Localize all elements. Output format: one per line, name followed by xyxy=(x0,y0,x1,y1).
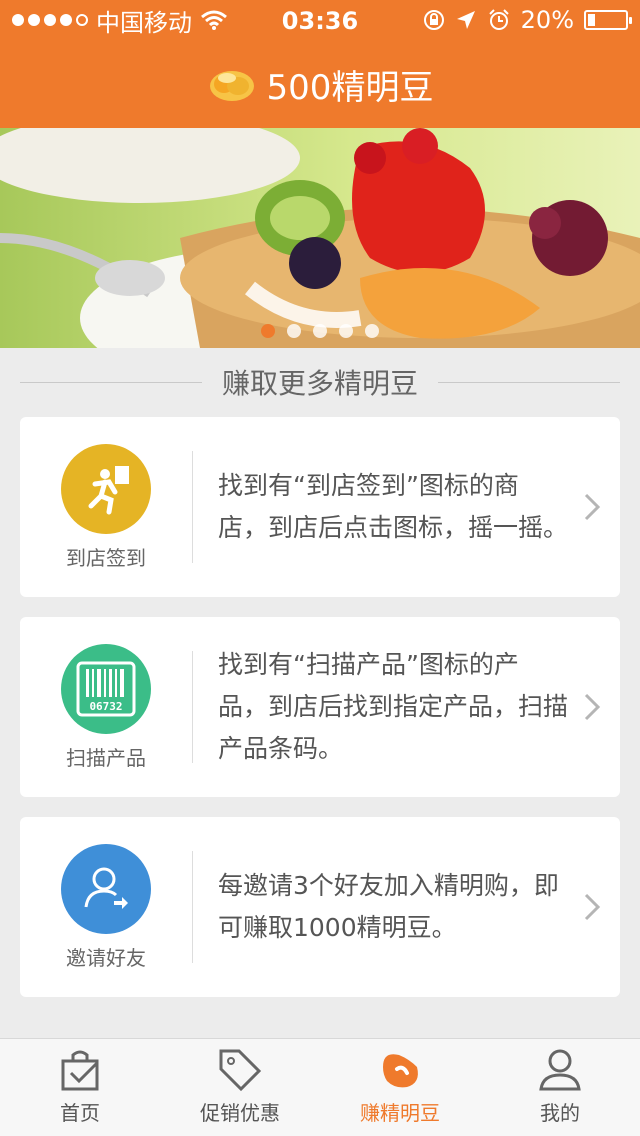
chevron-right-icon xyxy=(584,893,601,921)
divider-line xyxy=(20,381,202,383)
scan-icon-circle: 06732 xyxy=(61,643,151,734)
banner-dot[interactable] xyxy=(261,324,275,338)
tab-home[interactable]: 首页 xyxy=(0,1039,160,1136)
banner-dot[interactable] xyxy=(365,324,379,338)
invite-friends-description: 每邀请3个好友加入精明购，即可赚取1000精明豆。 xyxy=(218,871,559,942)
barcode-icon: 06732 xyxy=(76,661,136,716)
scan-product-label: 扫描产品 xyxy=(66,745,146,770)
invite-friends-label: 邀请好友 xyxy=(66,945,146,970)
alarm-icon xyxy=(488,9,509,30)
invite-person-icon xyxy=(84,867,128,909)
rotation-lock-icon xyxy=(423,10,444,30)
divider-line xyxy=(438,381,621,383)
card-divider xyxy=(192,851,193,963)
tab-promotions[interactable]: 促销优惠 xyxy=(160,1039,320,1136)
banner-dot[interactable] xyxy=(339,324,353,338)
tab-earn-beans-label: 赚精明豆 xyxy=(360,1101,440,1125)
status-bar: 中国移动 03:36 20% xyxy=(0,0,640,40)
location-arrow-icon xyxy=(456,11,475,29)
person-icon xyxy=(539,1049,581,1091)
fruit-tart-image xyxy=(0,128,640,348)
checkin-icon-circle xyxy=(61,443,151,534)
banner-pagination[interactable] xyxy=(0,324,640,338)
section-header: 赚取更多精明豆 xyxy=(20,362,621,402)
scan-product-description: 找到有“扫描产品”图标的产品，到店后找到指定产品，扫描产品条码。 xyxy=(218,650,569,763)
bean-logo-icon xyxy=(209,71,254,101)
tab-promotions-label: 促销优惠 xyxy=(200,1101,280,1125)
battery-percent: 20% xyxy=(520,6,574,34)
tab-me-label: 我的 xyxy=(540,1101,580,1125)
bean-icon xyxy=(383,1054,418,1088)
checkin-label: 到店签到 xyxy=(66,545,146,570)
barcode-number: 06732 xyxy=(89,700,122,713)
navigation-bar: 500精明豆 xyxy=(0,40,640,128)
chevron-right-icon xyxy=(584,493,601,521)
promo-banner[interactable] xyxy=(0,128,640,348)
banner-dot[interactable] xyxy=(313,324,327,338)
page-title: 500精明豆 xyxy=(266,67,434,108)
tab-bar: 首页 促销优惠 赚精明豆 我的 xyxy=(0,1038,640,1136)
running-person-icon xyxy=(88,465,129,514)
section-title: 赚取更多精明豆 xyxy=(222,367,419,400)
banner-dot[interactable] xyxy=(287,324,301,338)
top-bar: 中国移动 03:36 20% 500精明豆 xyxy=(0,0,640,128)
card-divider xyxy=(192,451,193,563)
home-bag-icon xyxy=(61,1050,99,1091)
checkin-description: 找到有“到店签到”图标的商店，到店后点击图标，摇一摇。 xyxy=(218,471,569,542)
checkin-card[interactable]: 到店签到 找到有“到店签到”图标的商店，到店后点击图标，摇一摇。 xyxy=(20,417,620,597)
invite-icon-circle xyxy=(61,843,151,934)
battery-icon xyxy=(584,10,632,30)
tab-home-label: 首页 xyxy=(60,1101,100,1125)
tab-earn-beans[interactable]: 赚精明豆 xyxy=(320,1039,480,1136)
scan-product-card[interactable]: 06732 扫描产品 找到有“扫描产品”图标的产品，到店后找到指定产品，扫描产品… xyxy=(20,617,620,797)
invite-friends-card[interactable]: 邀请好友 每邀请3个好友加入精明购，即可赚取1000精明豆。 xyxy=(20,817,620,997)
card-divider xyxy=(192,651,193,763)
chevron-right-icon xyxy=(584,693,601,721)
price-tag-icon xyxy=(219,1049,262,1092)
tab-me[interactable]: 我的 xyxy=(480,1039,640,1136)
